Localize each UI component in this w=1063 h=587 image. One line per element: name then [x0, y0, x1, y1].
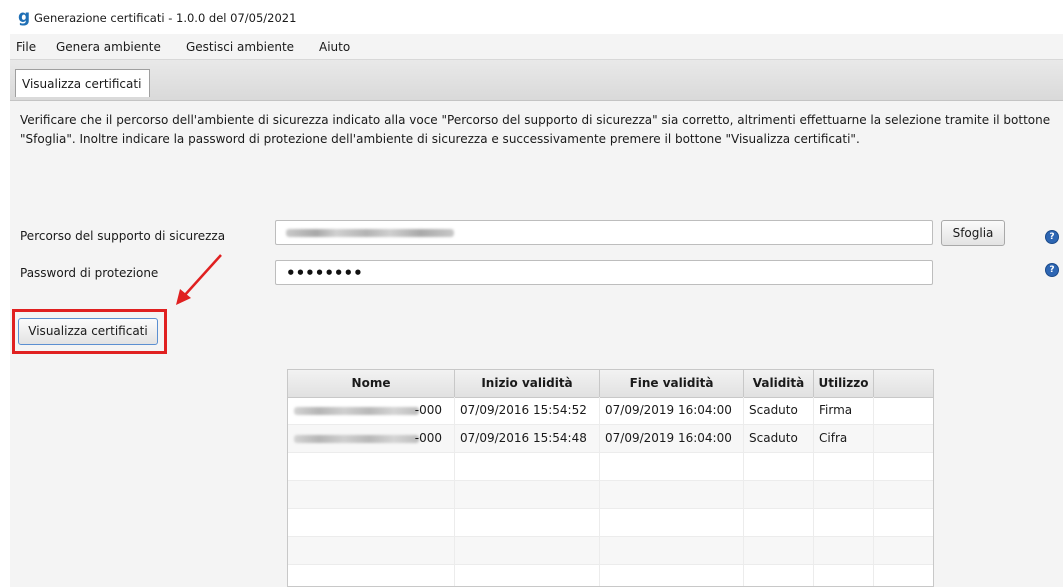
redacted-path-value: [286, 229, 454, 237]
help-icon[interactable]: ?: [1046, 231, 1058, 243]
cell-inizio: 07/09/2016 15:54:48: [455, 425, 600, 452]
password-value: ••••••••: [286, 264, 363, 282]
show-certificates-button[interactable]: Visualizza certificati: [18, 318, 158, 345]
cell-nome: -000: [288, 425, 455, 452]
annotation-arrow: [176, 254, 222, 305]
menu-file[interactable]: File: [16, 40, 36, 54]
column-header-fine-validita[interactable]: Fine validità: [600, 370, 744, 397]
cell-utilizzo: Firma: [814, 397, 874, 424]
table-row-empty: [288, 537, 933, 565]
tab-strip: Visualizza certificati: [10, 60, 1063, 101]
cell-validita: Scaduto: [744, 397, 814, 424]
cell-fine: 07/09/2019 16:04:00: [600, 425, 744, 452]
menu-genera-ambiente[interactable]: Genera ambiente: [56, 40, 161, 54]
menu-aiuto[interactable]: Aiuto: [319, 40, 350, 54]
table-row-empty: [288, 565, 933, 586]
certificates-table: Nome Inizio validità Fine validità Valid…: [287, 369, 934, 587]
cell-nome: -000: [288, 397, 455, 424]
table-row-empty: [288, 481, 933, 509]
app-logo-icon: g: [18, 7, 31, 27]
column-header-utilizzo[interactable]: Utilizzo: [814, 370, 874, 397]
path-input[interactable]: [275, 220, 933, 245]
password-input[interactable]: ••••••••: [275, 260, 933, 285]
title-bar: g Generazione certificati - 1.0.0 del 07…: [0, 0, 1063, 34]
column-header-empty: [874, 370, 933, 397]
tab-content-panel: Verificare che il percorso dell'ambiente…: [10, 101, 1063, 587]
menu-bar: File Genera ambiente Gestisci ambiente A…: [10, 34, 1063, 60]
browse-button[interactable]: Sfoglia: [941, 220, 1005, 246]
table-row[interactable]: -000 07/09/2016 15:54:52 07/09/2019 16:0…: [288, 397, 933, 425]
cell-empty: [874, 397, 933, 424]
table-header: Nome Inizio validità Fine validità Valid…: [288, 370, 933, 398]
table-row-empty: [288, 509, 933, 537]
instructions-text: Verificare che il percorso dell'ambiente…: [20, 113, 1051, 146]
path-label: Percorso del supporto di sicurezza: [20, 229, 226, 243]
password-label: Password di protezione: [20, 266, 159, 280]
column-header-nome[interactable]: Nome: [288, 370, 455, 397]
table-row-empty: [288, 453, 933, 481]
redacted-name: [294, 407, 419, 415]
table-row[interactable]: -000 07/09/2016 15:54:48 07/09/2019 16:0…: [288, 425, 933, 453]
cell-validita: Scaduto: [744, 425, 814, 452]
window-title: Generazione certificati - 1.0.0 del 07/0…: [34, 11, 297, 25]
cell-empty: [874, 425, 933, 452]
help-icon[interactable]: ?: [1046, 264, 1058, 276]
menu-gestisci-ambiente[interactable]: Gestisci ambiente: [186, 40, 294, 54]
redacted-name: [294, 435, 419, 443]
column-header-inizio-validita[interactable]: Inizio validità: [455, 370, 600, 397]
column-header-validita[interactable]: Validità: [744, 370, 814, 397]
cell-fine: 07/09/2019 16:04:00: [600, 397, 744, 424]
cell-utilizzo: Cifra: [814, 425, 874, 452]
tab-visualizza-certificati[interactable]: Visualizza certificati: [15, 69, 150, 97]
cell-inizio: 07/09/2016 15:54:52: [455, 397, 600, 424]
